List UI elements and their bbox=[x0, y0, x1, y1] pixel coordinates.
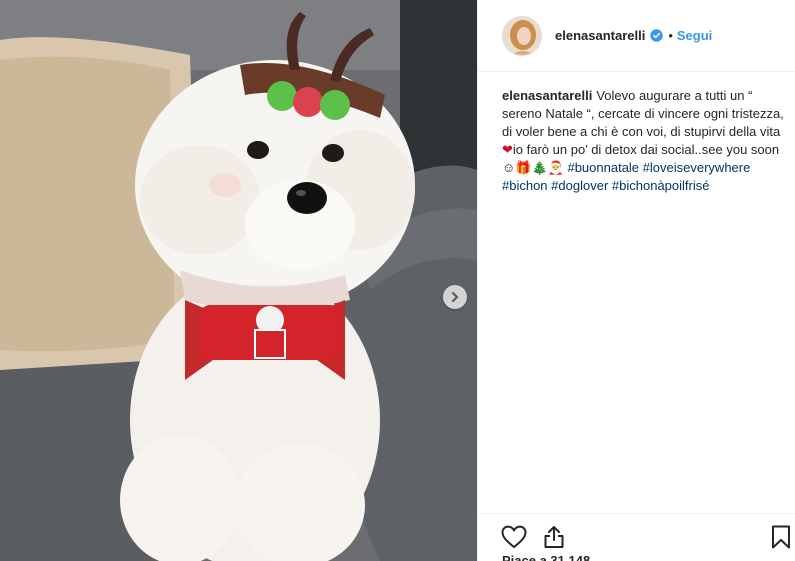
verified-badge-icon bbox=[650, 29, 664, 42]
share-button[interactable] bbox=[540, 523, 568, 551]
next-photo-button[interactable] bbox=[443, 285, 467, 309]
share-icon bbox=[544, 526, 564, 548]
avatar[interactable] bbox=[502, 15, 542, 56]
likes-count[interactable]: Piace a 31.148 bbox=[502, 553, 590, 561]
chevron-right-icon bbox=[452, 292, 459, 302]
save-button[interactable] bbox=[767, 523, 795, 551]
hashtag-link[interactable]: #loveiseverywhere bbox=[643, 160, 751, 175]
hashtag-link[interactable]: #buonnatale bbox=[567, 160, 639, 175]
post-side-panel: elenasantarelli • Segui elenasantarelli V… bbox=[477, 0, 795, 561]
caption-username[interactable]: elenasantarelli bbox=[502, 88, 592, 103]
separator-dot: • bbox=[668, 28, 673, 43]
post-caption: elenasantarelli Volevo augurare a tutti u… bbox=[502, 87, 784, 195]
hashtag-link[interactable]: #bichonàpoilfrisé bbox=[612, 178, 710, 193]
bookmark-icon bbox=[772, 525, 790, 549]
follow-button[interactable]: Segui bbox=[677, 28, 712, 43]
caption-heart: ❤ bbox=[502, 142, 513, 157]
like-button[interactable] bbox=[500, 523, 528, 551]
hashtag-link[interactable]: #bichon bbox=[502, 178, 548, 193]
post-photo[interactable] bbox=[0, 0, 477, 561]
post-username[interactable]: elenasantarelli bbox=[555, 28, 645, 43]
post-header: elenasantarelli • Segui bbox=[478, 0, 795, 72]
photo-dog-christmas bbox=[0, 0, 477, 561]
heart-outline-icon bbox=[501, 525, 527, 549]
avatar-image bbox=[503, 16, 541, 55]
hashtag-link[interactable]: #doglover bbox=[551, 178, 608, 193]
